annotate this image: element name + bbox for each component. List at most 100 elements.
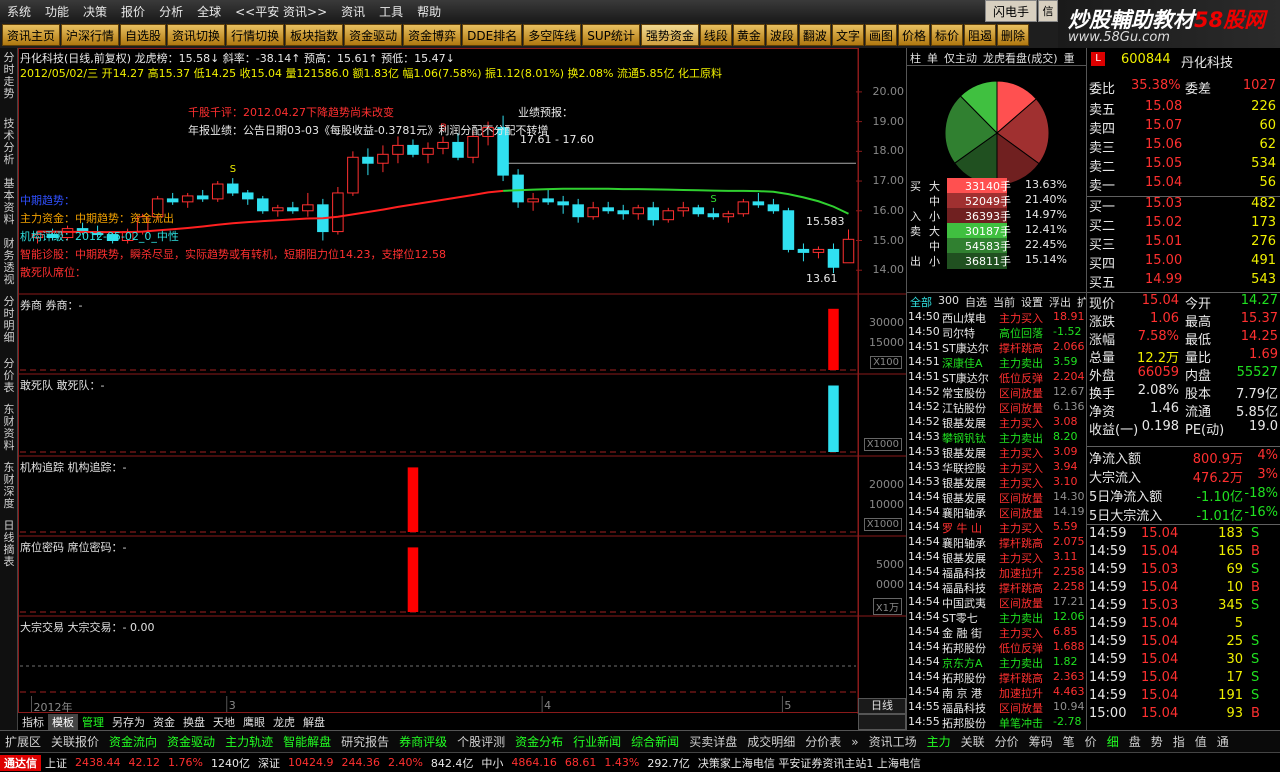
deal-row[interactable]: 14:54 襄阳轴承 区间放量 14.19 (907, 505, 1087, 520)
flow-tab-2[interactable]: 仅主动 (941, 48, 980, 65)
nav-item-12[interactable]: 买卖详盘 (684, 733, 742, 750)
indicator-tab-6[interactable]: 天地 (209, 714, 239, 730)
toolbar-button-12[interactable]: 线段 (699, 24, 732, 46)
deal-tab-4[interactable]: 设置 (1018, 293, 1046, 309)
deal-row[interactable]: 14:54 福晶科技 撑杆跳高 2.258 (907, 580, 1087, 595)
toolbar-button-3[interactable]: 资讯切换 (167, 24, 226, 46)
toolbar-button-13[interactable]: 黄金 (732, 24, 765, 46)
bid-row[interactable]: 买二 15.02 173 (1087, 215, 1280, 234)
indicator-tab-1[interactable]: 模板 (48, 714, 78, 730)
ask-row[interactable]: 卖三 15.06 62 (1087, 137, 1280, 156)
deal-tab-0[interactable]: 全部 (907, 293, 935, 309)
indicator-tab-8[interactable]: 龙虎 (269, 714, 299, 730)
nav-item-2[interactable]: 资金流向 (104, 733, 162, 750)
menu-item-9[interactable]: 帮助 (410, 3, 448, 20)
deal-row[interactable]: 14:50 西山煤电 主力买入 18.91 (907, 310, 1087, 325)
nav-item-15[interactable]: » (846, 735, 863, 749)
nav-item-21[interactable]: 笔 (1058, 733, 1080, 750)
toolbar-button-0[interactable]: 资讯主页 (2, 24, 61, 46)
nav-item-5[interactable]: 智能解盘 (278, 733, 336, 750)
bid-row[interactable]: 买五 14.99 543 (1087, 272, 1280, 291)
nav-item-7[interactable]: 券商评级 (394, 733, 452, 750)
deal-row[interactable]: 14:54 京东方A 主力卖出 1.82 (907, 655, 1087, 670)
deal-row[interactable]: 14:55 福晶科技 区间放量 10.94 (907, 700, 1087, 715)
ask-row[interactable]: 卖二 15.05 534 (1087, 156, 1280, 175)
flash-trade-button[interactable]: 闪电手 (985, 0, 1037, 22)
deal-row[interactable]: 14:54 襄阳轴承 撑杆跳高 2.075 (907, 535, 1087, 550)
nav-item-25[interactable]: 势 (1146, 733, 1168, 750)
nav-item-0[interactable]: 扩展区 (0, 733, 46, 750)
toolbar-button-17[interactable]: 画图 (864, 24, 897, 46)
deal-row[interactable]: 14:53 银基发展 主力买入 3.09 (907, 445, 1087, 460)
nav-item-27[interactable]: 值 (1190, 733, 1212, 750)
nav-item-23[interactable]: 细 (1102, 733, 1124, 750)
deal-row[interactable]: 14:52 常宝股份 区间放量 12.67 (907, 385, 1087, 400)
deal-row[interactable]: 14:54 拓邦股份 低位反弹 1.688 (907, 640, 1087, 655)
nav-item-17[interactable]: 主力 (922, 733, 956, 750)
toolbar-button-16[interactable]: 文字 (831, 24, 864, 46)
toolbar-button-19[interactable]: 标价 (930, 24, 963, 46)
menu-item-5[interactable]: 全球 (190, 3, 228, 20)
flow-tab-1[interactable]: 单 (924, 48, 941, 65)
nav-item-8[interactable]: 个股评测 (452, 733, 510, 750)
nav-item-26[interactable]: 指 (1168, 733, 1190, 750)
toolbar-button-15[interactable]: 翻波 (798, 24, 831, 46)
deal-tab-3[interactable]: 当前 (990, 293, 1018, 309)
deal-row[interactable]: 14:54 银基发展 主力买入 3.11 (907, 550, 1087, 565)
ask-row[interactable]: 卖一 15.04 56 (1087, 175, 1280, 194)
nav-item-18[interactable]: 关联 (956, 733, 990, 750)
toolbar-button-18[interactable]: 价格 (897, 24, 930, 46)
indicator-tab-4[interactable]: 资金 (149, 714, 179, 730)
period-selector[interactable]: 日线 (858, 698, 906, 714)
toolbar-button-6[interactable]: 资金驱动 (344, 24, 403, 46)
nav-item-4[interactable]: 主力轨迹 (220, 733, 278, 750)
menu-item-0[interactable]: 系统 (0, 3, 38, 20)
deal-tab-5[interactable]: 浮出 (1046, 293, 1074, 309)
deal-row[interactable]: 14:54 福晶科技 加速拉升 2.258 (907, 565, 1087, 580)
nav-item-10[interactable]: 行业新闻 (568, 733, 626, 750)
ask-row[interactable]: 卖五 15.08 226 (1087, 99, 1280, 118)
deal-row[interactable]: 14:52 银基发展 主力买入 3.08 (907, 415, 1087, 430)
ask-row[interactable]: 卖四 15.07 60 (1087, 118, 1280, 137)
toolbar-button-4[interactable]: 行情切换 (226, 24, 285, 46)
deal-row[interactable]: 14:54 银基发展 区间放量 14.30 (907, 490, 1087, 505)
toolbar-button-9[interactable]: 多空阵线 (523, 24, 582, 46)
bid-row[interactable]: 买三 15.01 276 (1087, 234, 1280, 253)
nav-item-1[interactable]: 关联报价 (46, 733, 104, 750)
menu-item-4[interactable]: 分析 (152, 3, 190, 20)
toolbar-button-7[interactable]: 资金博弈 (403, 24, 462, 46)
menu-item-8[interactable]: 工具 (372, 3, 410, 20)
nav-item-14[interactable]: 分价表 (800, 733, 846, 750)
toolbar-button-14[interactable]: 波段 (765, 24, 798, 46)
flow-tab-0[interactable]: 柱 (907, 48, 924, 65)
deal-row[interactable]: 14:54 南 京 港 加速拉升 4.463 (907, 685, 1087, 700)
nav-item-28[interactable]: 通 (1212, 733, 1234, 750)
deal-row[interactable]: 14:55 拓邦股份 单笔冲击 -2.78 (907, 715, 1087, 730)
deal-row[interactable]: 14:54 金 融 街 主力买入 6.85 (907, 625, 1087, 640)
deal-row[interactable]: 14:52 江钻股份 区间放量 6.136 (907, 400, 1087, 415)
toolbar-button-11[interactable]: 强势资金 (640, 24, 699, 46)
nav-item-3[interactable]: 资金驱动 (162, 733, 220, 750)
toolbar-button-10[interactable]: SUP统计 (582, 24, 640, 46)
left-tab-0[interactable]: 分时走势 (0, 52, 18, 100)
indicator-tab-3[interactable]: 另存为 (108, 714, 149, 730)
toolbar-button-21[interactable]: 删除 (997, 24, 1030, 46)
left-tab-8[interactable]: 日线摘表 (0, 520, 18, 568)
left-tab-1[interactable]: 技术分析 (0, 118, 18, 166)
flow-tab-3[interactable]: 龙虎看盘(成交) (980, 48, 1061, 65)
bid-row[interactable]: 买四 15.00 491 (1087, 253, 1280, 272)
left-tab-5[interactable]: 分价表 (0, 358, 18, 394)
nav-item-13[interactable]: 成交明细 (742, 733, 800, 750)
deal-row[interactable]: 14:54 罗 牛 山 主力买入 5.59 (907, 520, 1087, 535)
deal-row[interactable]: 14:54 拓邦股份 撑杆跳高 2.363 (907, 670, 1087, 685)
indicator-tab-5[interactable]: 换盘 (179, 714, 209, 730)
menu-item-2[interactable]: 决策 (76, 3, 114, 20)
deal-row[interactable]: 14:53 银基发展 主力买入 3.10 (907, 475, 1087, 490)
bid-row[interactable]: 买一 15.03 482 (1087, 196, 1280, 215)
menu-item-7[interactable]: 资讯 (334, 3, 372, 20)
flow-tab-4[interactable]: 重 (1061, 48, 1078, 65)
nav-item-16[interactable]: 资讯工场 (864, 733, 922, 750)
deal-row[interactable]: 14:50 司尔特 高位回落 -1.52 (907, 325, 1087, 340)
deal-row[interactable]: 14:53 攀钢钒钛 主力卖出 8.20 (907, 430, 1087, 445)
nav-item-11[interactable]: 综合新闻 (626, 733, 684, 750)
